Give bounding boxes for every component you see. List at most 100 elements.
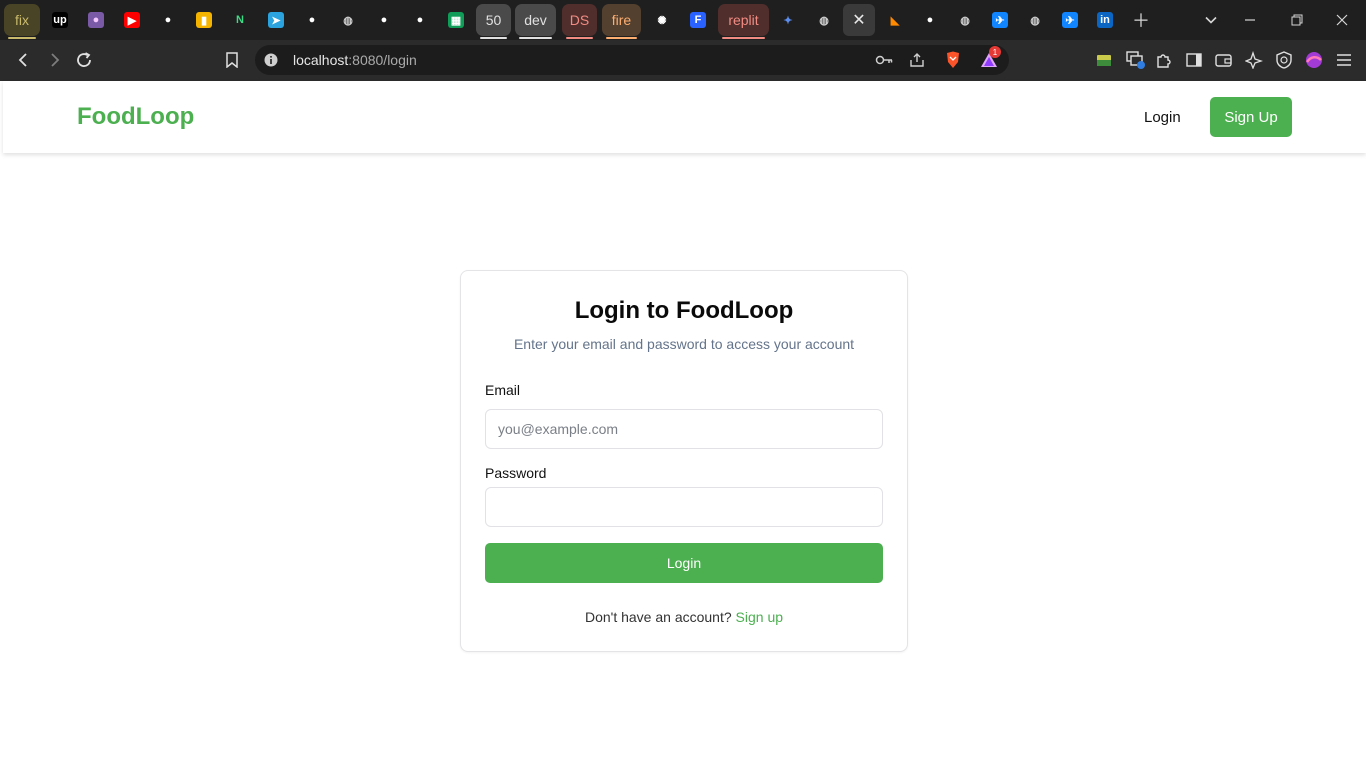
hamburger-menu-icon bbox=[1337, 54, 1351, 66]
reload-button[interactable] bbox=[70, 46, 98, 74]
tab-group-fire[interactable]: fire bbox=[602, 4, 641, 39]
framer-icon: F bbox=[690, 12, 706, 28]
tab-telegram[interactable]: ➤ bbox=[260, 4, 292, 36]
email-field[interactable] bbox=[485, 409, 883, 449]
login-card: Login to FoodLoop Enter your email and p… bbox=[460, 270, 908, 652]
signup-prompt: Don't have an account? Sign up bbox=[461, 609, 907, 625]
extension-button-1[interactable] bbox=[1090, 46, 1118, 74]
site-navbar: FoodLoop Login Sign Up bbox=[3, 81, 1366, 153]
bluesky-icon: ✈ bbox=[992, 12, 1008, 28]
brave-shields-icon[interactable] bbox=[945, 51, 961, 69]
back-button[interactable] bbox=[10, 46, 38, 74]
tab-group-replit[interactable]: replit bbox=[718, 4, 769, 39]
avatar-icon: ● bbox=[88, 12, 104, 28]
tab-github-4[interactable]: ● bbox=[404, 4, 436, 36]
bookmark-button[interactable] bbox=[218, 46, 246, 74]
tab-avatar[interactable]: ● bbox=[80, 4, 112, 36]
restore-button[interactable] bbox=[1281, 4, 1313, 36]
tab-youtube[interactable]: ▶ bbox=[116, 4, 148, 36]
tab-globe-1[interactable]: ◍ bbox=[332, 4, 364, 36]
shield-icon bbox=[1276, 51, 1292, 69]
tab-gemini[interactable]: ✦ bbox=[772, 4, 804, 36]
tab-github-2[interactable]: ● bbox=[296, 4, 328, 36]
globe-icon: ◍ bbox=[1027, 12, 1043, 28]
signup-link[interactable]: Sign up bbox=[736, 609, 783, 625]
new-tab-button[interactable]: ＋ bbox=[1125, 4, 1157, 36]
tab-linkedin[interactable]: in bbox=[1089, 4, 1121, 36]
sidebar-button[interactable] bbox=[1180, 46, 1208, 74]
profile-button[interactable] bbox=[1300, 46, 1328, 74]
tab-group-label: replit bbox=[728, 12, 759, 28]
tab-group-50[interactable]: 50 bbox=[476, 4, 511, 39]
password-field[interactable] bbox=[485, 487, 883, 527]
github-icon: ● bbox=[304, 12, 320, 28]
globe-icon: ◍ bbox=[340, 12, 356, 28]
github-icon: ● bbox=[160, 12, 176, 28]
neetcode-icon: N bbox=[232, 12, 248, 28]
tab-bluesky-2[interactable]: ✈ bbox=[1054, 4, 1086, 36]
nav-signup-button[interactable]: Sign Up bbox=[1210, 97, 1292, 137]
forward-button[interactable] bbox=[40, 46, 68, 74]
address-bar[interactable]: localhost:8080/login 1 bbox=[255, 45, 1009, 75]
tab-group-ds[interactable]: DS bbox=[562, 4, 597, 39]
share-icon[interactable] bbox=[909, 52, 925, 68]
brave-rewards-button[interactable]: 1 bbox=[980, 46, 1001, 68]
linkedin-icon: in bbox=[1097, 12, 1113, 28]
tab-sheets[interactable]: ▦ bbox=[440, 4, 472, 36]
tab-group-dev[interactable]: dev bbox=[515, 4, 556, 39]
tab-github-1[interactable]: ● bbox=[152, 4, 184, 36]
plus-icon: ＋ bbox=[1132, 11, 1150, 31]
close-window-button[interactable] bbox=[1326, 4, 1358, 36]
brand-logo[interactable]: FoodLoop bbox=[77, 103, 194, 131]
youtube-icon: ▶ bbox=[124, 12, 140, 28]
login-subtitle: Enter your email and password to access … bbox=[513, 336, 855, 352]
close-icon bbox=[1336, 14, 1348, 26]
menu-button[interactable] bbox=[1330, 46, 1358, 74]
github-icon: ● bbox=[376, 12, 392, 28]
globe-icon: ◍ bbox=[957, 12, 973, 28]
tab-github-5[interactable]: ● bbox=[914, 4, 946, 36]
extensions-button[interactable] bbox=[1150, 46, 1178, 74]
tab-globe-2[interactable]: ◍ bbox=[808, 4, 840, 36]
tab-firebase[interactable]: ◣ bbox=[879, 4, 911, 36]
tab-globe-3[interactable]: ◍ bbox=[949, 4, 981, 36]
gemini-icon: ✦ bbox=[780, 12, 796, 28]
tab-bluesky-1[interactable]: ✈ bbox=[984, 4, 1016, 36]
signup-prompt-text: Don't have an account? bbox=[584, 609, 732, 625]
password-label: Password bbox=[485, 465, 547, 481]
tab-group-label: fix bbox=[15, 12, 29, 28]
tab-active[interactable]: ✕ bbox=[843, 4, 875, 36]
tab-globe-4[interactable]: ◍ bbox=[1019, 4, 1051, 36]
wallet-button[interactable] bbox=[1210, 46, 1238, 74]
bluesky-icon: ✈ bbox=[1062, 12, 1078, 28]
leo-ai-button[interactable] bbox=[1240, 46, 1268, 74]
close-icon[interactable]: ✕ bbox=[851, 12, 867, 29]
restore-icon bbox=[1291, 14, 1303, 26]
login-submit-button[interactable]: Login bbox=[485, 543, 883, 583]
sparkle-icon bbox=[1245, 51, 1263, 69]
minimize-button[interactable] bbox=[1234, 4, 1266, 36]
tab-github-3[interactable]: ● bbox=[368, 4, 400, 36]
tab-group-fix[interactable]: fix bbox=[4, 4, 40, 39]
info-icon[interactable] bbox=[264, 53, 278, 67]
profile-avatar-icon bbox=[1305, 52, 1322, 68]
vpn-button[interactable] bbox=[1270, 46, 1298, 74]
tab-upwork[interactable]: up bbox=[44, 4, 76, 36]
firebase-icon: ◣ bbox=[887, 12, 903, 28]
browser-toolbar: localhost:8080/login 1 bbox=[0, 40, 1366, 81]
window-manager-icon bbox=[1126, 51, 1145, 69]
tab-openai[interactable]: ✺ bbox=[646, 4, 678, 36]
tab-framer[interactable]: F bbox=[682, 4, 714, 36]
tab-neetcode[interactable]: N bbox=[224, 4, 256, 36]
key-icon[interactable] bbox=[875, 53, 893, 67]
nav-login-link[interactable]: Login bbox=[1144, 109, 1181, 126]
tab-group-label: fire bbox=[611, 12, 632, 28]
tab-keep[interactable]: ▮ bbox=[188, 4, 220, 36]
url-text[interactable]: localhost:8080/login bbox=[293, 52, 417, 68]
keep-icon: ▮ bbox=[196, 12, 212, 28]
upwork-icon: up bbox=[52, 12, 68, 28]
tab-search-button[interactable] bbox=[1195, 4, 1227, 36]
extension-button-2[interactable] bbox=[1122, 46, 1150, 74]
email-label: Email bbox=[485, 382, 521, 398]
back-arrow-icon bbox=[18, 53, 27, 67]
